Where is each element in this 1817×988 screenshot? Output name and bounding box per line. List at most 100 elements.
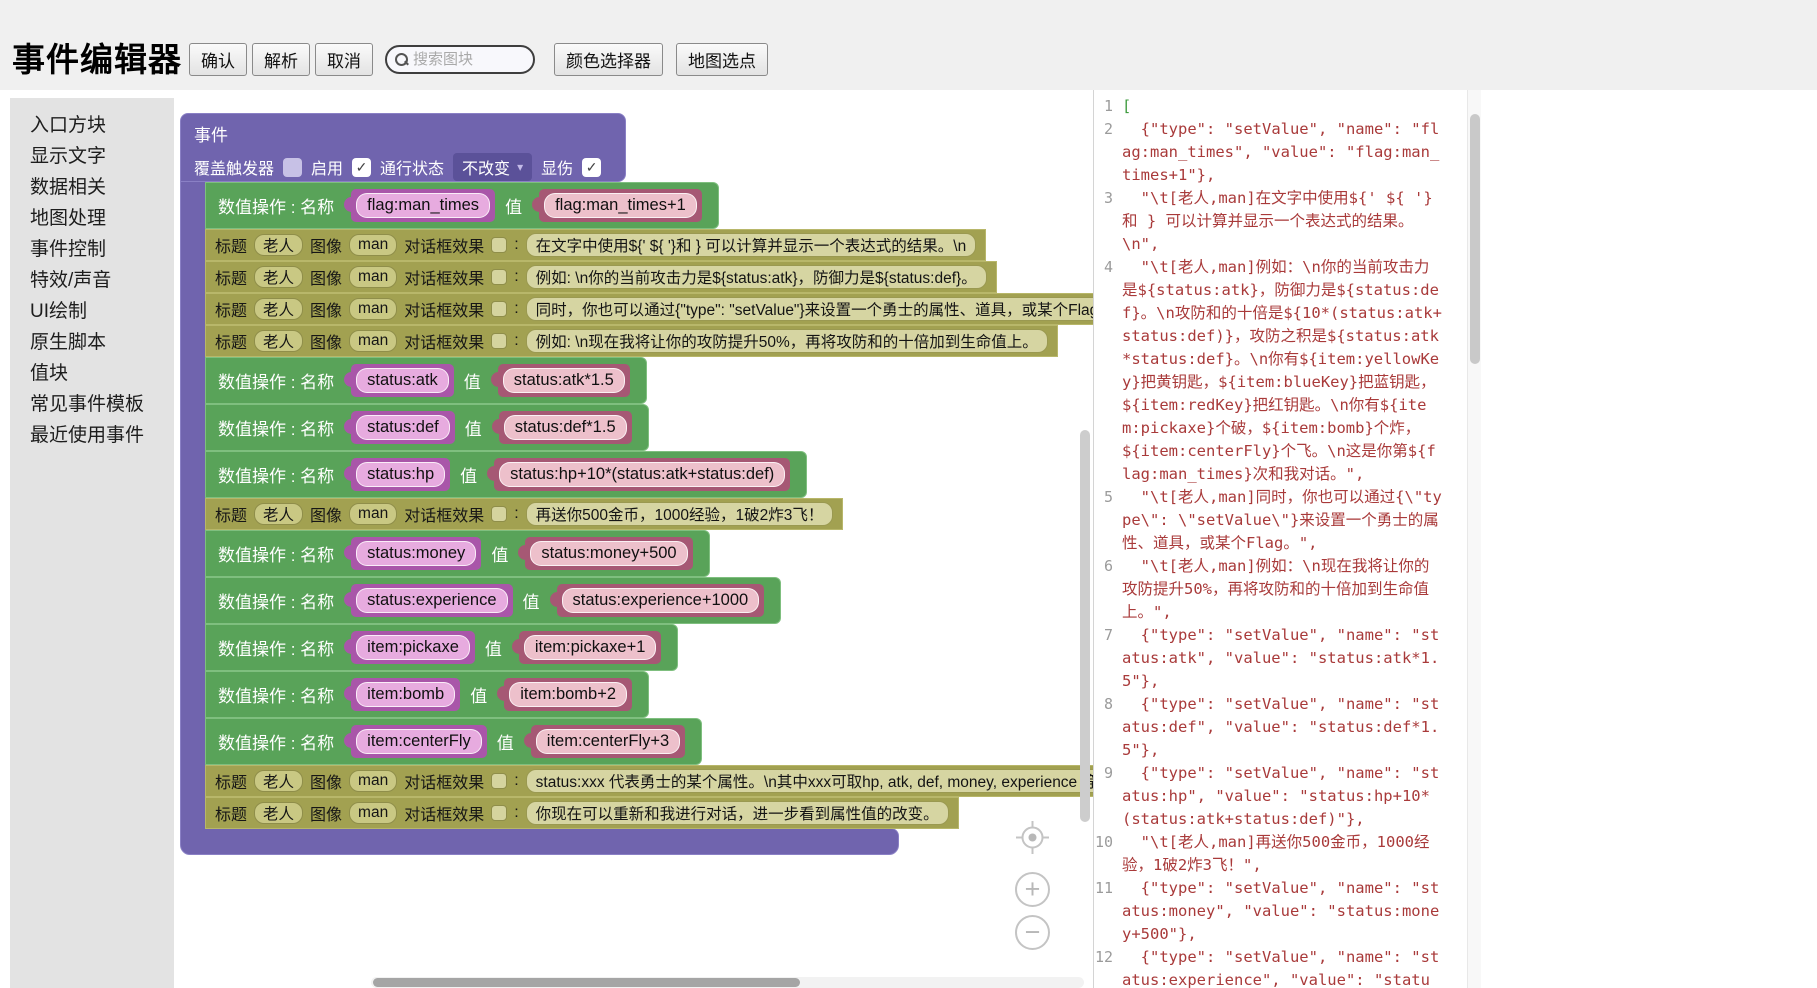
event-block-header[interactable]: 事件 覆盖触发器 启用 ✓ 通行状态 不改变 ▾ 显伤 ✓	[180, 113, 626, 182]
show-text-block[interactable]: 标题老人图像man对话框效果:status:xxx 代表勇士的某个属性。\n其中…	[205, 765, 1093, 797]
value-pill[interactable]: status:money+500	[530, 541, 687, 566]
name-pill[interactable]: flag:man_times	[356, 193, 490, 218]
set-value-block[interactable]: 数值操作 : 名称status:def值status:def*1.5	[205, 404, 649, 451]
name-pill[interactable]: item:pickaxe	[356, 635, 470, 660]
show-text-block[interactable]: 标题老人图像man对话框效果:例如: \n现在我将让你的攻防提升50%，再将攻防…	[205, 325, 1058, 357]
speaker-pill[interactable]: 老人	[254, 330, 303, 352]
name-slot[interactable]: item:pickaxe	[351, 631, 475, 664]
value-pill[interactable]: flag:man_times+1	[544, 193, 697, 218]
value-pill[interactable]: status:def*1.5	[504, 415, 627, 440]
text-field[interactable]: 再送你500金币，1000经验，1破2炸3飞！	[526, 502, 834, 526]
enable-checkbox[interactable]: ✓	[352, 158, 371, 177]
name-pill[interactable]: status:hp	[356, 462, 445, 487]
json-code-editor[interactable]: 1[2 {"type": "setValue", "name": "flag:m…	[1093, 90, 1467, 988]
text-field[interactable]: 在文字中使用${' ${ '}和 } 可以计算并显示一个表达式的结果。\n	[526, 233, 977, 257]
sidebar-item-1[interactable]: 入口方块	[10, 110, 174, 141]
set-value-block[interactable]: 数值操作 : 名称item:bomb值item:bomb+2	[205, 671, 649, 718]
set-value-block[interactable]: 数值操作 : 名称status:atk值status:atk*1.5	[205, 357, 647, 404]
text-field[interactable]: 同时，你也可以通过{"type": "setValue"}来设置一个勇士的属性、…	[526, 297, 1093, 321]
dialog-effect-checkbox[interactable]	[491, 269, 507, 285]
show-text-block[interactable]: 标题老人图像man对话框效果:例如: \n你的当前攻击力是${status:at…	[205, 261, 997, 293]
damage-checkbox[interactable]: ✓	[582, 158, 601, 177]
speaker-pill[interactable]: 老人	[254, 503, 303, 525]
sidebar-item-5[interactable]: 事件控制	[10, 234, 174, 265]
name-slot[interactable]: item:centerFly	[351, 725, 487, 758]
text-field[interactable]: status:xxx 代表勇士的某个属性。\n其中xxx可取hp, atk, d…	[526, 769, 1093, 793]
speaker-pill[interactable]: 老人	[254, 266, 303, 288]
search-box[interactable]	[385, 45, 535, 74]
value-slot[interactable]: status:def*1.5	[499, 411, 632, 444]
speaker-pill[interactable]: 老人	[254, 802, 303, 824]
dialog-effect-checkbox[interactable]	[491, 773, 507, 789]
value-pill[interactable]: status:atk*1.5	[503, 368, 625, 393]
value-slot[interactable]: status:atk*1.5	[498, 364, 630, 397]
cancel-button[interactable]: 取消	[315, 43, 373, 76]
name-pill[interactable]: item:bomb	[356, 682, 455, 707]
speaker-pill[interactable]: 老人	[254, 234, 303, 256]
name-pill[interactable]: status:atk	[356, 368, 449, 393]
image-pill[interactable]: man	[349, 802, 397, 824]
sidebar-item-2[interactable]: 显示文字	[10, 141, 174, 172]
name-slot[interactable]: item:bomb	[351, 678, 460, 711]
show-text-block[interactable]: 标题老人图像man对话框效果:同时，你也可以通过{"type": "setVal…	[205, 293, 1093, 325]
name-pill[interactable]: item:centerFly	[356, 729, 482, 754]
override-trigger-checkbox[interactable]	[283, 158, 302, 177]
text-field[interactable]: 例如: \n你的当前攻击力是${status:atk}，防御力是${status…	[526, 265, 987, 289]
set-value-block[interactable]: 数值操作 : 名称status:money值status:money+500	[205, 530, 710, 577]
value-slot[interactable]: status:hp+10*(status:atk+status:def)	[494, 458, 790, 491]
value-slot[interactable]: status:experience+1000	[557, 584, 765, 617]
name-slot[interactable]: status:money	[351, 537, 481, 570]
sidebar-item-8[interactable]: 原生脚本	[10, 327, 174, 358]
zoom-in-button[interactable]: +	[1015, 872, 1050, 907]
event-block[interactable]: 事件 覆盖触发器 启用 ✓ 通行状态 不改变 ▾ 显伤 ✓ 数值操作 : 名称f…	[180, 113, 1093, 855]
name-slot[interactable]: status:hp	[351, 458, 450, 491]
text-field[interactable]: 例如: \n现在我将让你的攻防提升50%，再将攻防和的十倍加到生命值上。	[526, 329, 1048, 353]
dialog-effect-checkbox[interactable]	[491, 237, 507, 253]
image-pill[interactable]: man	[349, 330, 397, 352]
color-picker-button[interactable]: 颜色选择器	[554, 43, 663, 76]
value-pill[interactable]: item:pickaxe+1	[524, 635, 657, 660]
sidebar-item-10[interactable]: 常见事件模板	[10, 389, 174, 420]
parse-button[interactable]: 解析	[252, 43, 310, 76]
set-value-block[interactable]: 数值操作 : 名称flag:man_times值flag:man_times+1	[205, 182, 719, 229]
set-value-block[interactable]: 数值操作 : 名称item:centerFly值item:centerFly+3	[205, 718, 702, 765]
value-pill[interactable]: status:hp+10*(status:atk+status:def)	[499, 462, 785, 487]
value-pill[interactable]: item:bomb+2	[509, 682, 627, 707]
image-pill[interactable]: man	[349, 298, 397, 320]
name-pill[interactable]: status:experience	[356, 588, 507, 613]
sidebar-item-9[interactable]: 值块	[10, 358, 174, 389]
speaker-pill[interactable]: 老人	[254, 298, 303, 320]
value-slot[interactable]: item:centerFly+3	[531, 725, 685, 758]
map-pick-button[interactable]: 地图选点	[676, 43, 768, 76]
sidebar-item-3[interactable]: 数据相关	[10, 172, 174, 203]
value-slot[interactable]: item:pickaxe+1	[519, 631, 662, 664]
set-value-block[interactable]: 数值操作 : 名称status:hp值status:hp+10*(status:…	[205, 451, 807, 498]
set-value-block[interactable]: 数值操作 : 名称item:pickaxe值item:pickaxe+1	[205, 624, 678, 671]
value-pill[interactable]: status:experience+1000	[562, 588, 760, 613]
dialog-effect-checkbox[interactable]	[491, 301, 507, 317]
value-slot[interactable]: item:bomb+2	[504, 678, 632, 711]
value-slot[interactable]: status:money+500	[525, 537, 692, 570]
search-input[interactable]	[413, 51, 525, 68]
confirm-button[interactable]: 确认	[189, 43, 247, 76]
value-slot[interactable]: flag:man_times+1	[539, 189, 702, 222]
name-slot[interactable]: status:def	[351, 411, 455, 444]
set-value-block[interactable]: 数值操作 : 名称status:experience值status:experi…	[205, 577, 781, 624]
name-pill[interactable]: status:money	[356, 541, 476, 566]
image-pill[interactable]: man	[349, 266, 397, 288]
code-scrollbar-thumb[interactable]	[1470, 114, 1480, 364]
name-slot[interactable]: status:experience	[351, 584, 512, 617]
image-pill[interactable]: man	[349, 234, 397, 256]
show-text-block[interactable]: 标题老人图像man对话框效果:在文字中使用${' ${ '}和 } 可以计算并显…	[205, 229, 986, 261]
speaker-pill[interactable]: 老人	[254, 770, 303, 792]
sidebar-item-11[interactable]: 最近使用事件	[10, 420, 174, 451]
show-text-block[interactable]: 标题老人图像man对话框效果:再送你500金币，1000经验，1破2炸3飞！	[205, 498, 843, 530]
dialog-effect-checkbox[interactable]	[491, 805, 507, 821]
code-panel-scrollbar[interactable]	[1467, 90, 1481, 988]
zoom-reset-button[interactable]	[1015, 820, 1050, 855]
pass-state-dropdown[interactable]: 不改变 ▾	[453, 153, 532, 181]
image-pill[interactable]: man	[349, 503, 397, 525]
dialog-effect-checkbox[interactable]	[491, 333, 507, 349]
image-pill[interactable]: man	[349, 770, 397, 792]
value-pill[interactable]: item:centerFly+3	[536, 729, 680, 754]
